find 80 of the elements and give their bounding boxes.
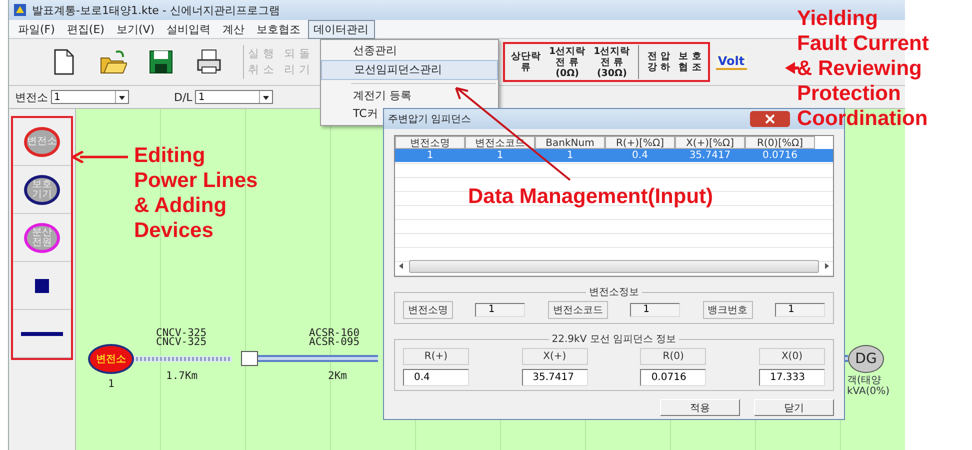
menu-item[interactable]: 데이터관리 [308, 20, 375, 38]
close-button-icon[interactable] [750, 111, 790, 127]
menu-item[interactable]: 보기(V) [111, 20, 160, 38]
table-cell-text: 1 [496, 149, 504, 162]
input-field[interactable]: 1 [630, 303, 680, 317]
analysis-button[interactable]: 1선지락 전 류 (0Ω) [545, 46, 590, 78]
column-header[interactable]: R(0)[%Ω] [745, 136, 815, 149]
arrow-icon [72, 151, 128, 163]
input-field[interactable]: 0.0716 [640, 369, 706, 386]
table-cell-text: 1 [426, 149, 434, 162]
input-field[interactable]: 0.4 [403, 369, 469, 386]
dropdown-field[interactable]: 1 [195, 90, 274, 104]
menu-item[interactable]: 편집(E) [62, 20, 110, 38]
dropdown-field[interactable]: 1 [51, 90, 129, 104]
menu-item[interactable]: 설비입력 [162, 20, 216, 38]
analysis-button[interactable]: 보 호 협 조 [674, 51, 706, 73]
analysis-button[interactable]: 1선지락 전 류 (30Ω) [590, 46, 634, 78]
window-title: 발표계통-보로1태양1.kte - 신에너지관리프로그램 [32, 2, 281, 18]
scrollbar-thumb[interactable] [409, 260, 819, 272]
arrow-icon [785, 62, 799, 74]
cable-label: CNCV-325 [156, 337, 207, 347]
app-icon [13, 3, 27, 17]
line-tool-icon[interactable] [21, 332, 63, 336]
scroll-right-icon[interactable] [823, 262, 831, 270]
menu-item[interactable]: 계전기 등록 [321, 87, 498, 105]
field-label: R(+) [403, 348, 469, 365]
volt-button[interactable]: Volt [716, 54, 747, 70]
field-label: 변전소명 [403, 301, 453, 319]
menu-item[interactable]: TC커 [321, 105, 381, 123]
menu-item[interactable]: 모선임피던스관리 [321, 60, 498, 80]
dg-caption: 객(태양 [847, 375, 881, 386]
field-label: 뱅크번호 [702, 301, 753, 319]
length-label: 1.7Km [166, 371, 198, 381]
dialog-button[interactable]: 적용 [660, 399, 740, 416]
dg-caption: kVA(0%) [847, 386, 890, 397]
input-field[interactable]: 17.333 [758, 369, 825, 386]
menu-item[interactable]: 계산 [218, 20, 250, 38]
field-label: 변전소코드 [548, 301, 608, 319]
column-header[interactable]: X(+)[%Ω] [675, 136, 745, 149]
menu-item[interactable]: 파일(F) [13, 20, 60, 38]
table-row[interactable]: 1 1 1 0.4 35.7417 0.0716 [395, 149, 833, 162]
cable-label: ACSR-095 [309, 337, 360, 347]
column-header[interactable]: R(+)[%Ω] [605, 136, 675, 149]
dialog-button[interactable]: 닫기 [754, 399, 834, 416]
column-header[interactable]: 변전소코드 [465, 136, 535, 149]
selector-label: D/L [174, 90, 192, 104]
length-label: 2Km [328, 371, 347, 381]
dropdown-arrow-icon[interactable] [115, 91, 128, 103]
table-cell-text: 0.4 [631, 149, 649, 162]
dg-node[interactable]: DG [848, 345, 884, 373]
annotation-text: Editing Power Lines & Adding Devices [134, 143, 259, 243]
selector-label: 변전소 [15, 90, 48, 104]
column-header[interactable]: BankNum [535, 136, 605, 149]
table-cell-text: 0.0716 [762, 149, 798, 162]
input-field[interactable]: 35.7417 [522, 369, 588, 386]
menu-item[interactable]: 보호협조 [252, 20, 306, 38]
dialog-title: 주변압기 임피던스 [388, 113, 472, 126]
field-label: X(0) [758, 348, 825, 365]
group-title: 22.9kV 모선 임피던스 정보 [550, 333, 678, 346]
node-label: 1 [108, 379, 114, 389]
junction-node[interactable] [241, 351, 258, 366]
annotation-text: Yielding Fault Current & Reviewing Protection Coordination [797, 6, 930, 131]
cable-label: ACSR-160 [309, 328, 360, 338]
analysis-button[interactable]: 상단락 류 [507, 51, 545, 73]
table-cell-text: 35.7417 [688, 149, 732, 162]
square-tool-icon[interactable] [35, 278, 49, 292]
menu-item[interactable]: 선종관리 [321, 42, 498, 60]
scroll-left-icon[interactable] [397, 262, 405, 270]
input-field[interactable]: 1 [475, 303, 526, 317]
cable-label: CNCV-325 [156, 328, 207, 338]
column-header[interactable]: 변전소명 [395, 136, 465, 149]
annotation-text: Data Management(Input) [468, 184, 714, 209]
group-title: 변전소정보 [588, 286, 640, 299]
table-cell-text: 1 [566, 149, 574, 162]
input-field[interactable]: 1 [774, 303, 825, 317]
printer-icon[interactable] [195, 48, 223, 76]
field-label: X(+) [522, 348, 588, 365]
open-folder-icon[interactable] [99, 48, 127, 76]
field-label: R(0) [640, 348, 706, 365]
analysis-button[interactable]: 전 압 강 하 [643, 51, 675, 73]
